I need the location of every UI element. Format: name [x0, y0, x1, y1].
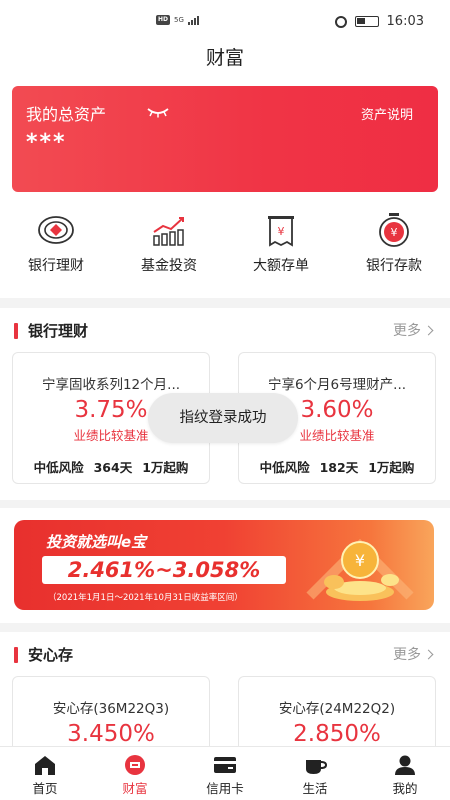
svg-text:¥: ¥ — [391, 226, 398, 239]
more-label: 更多 — [393, 323, 421, 339]
section-accent-bar — [14, 322, 18, 339]
more-label: 更多 — [393, 647, 421, 663]
section-header: 银行理财 — [14, 320, 88, 341]
tab-label: 我的 — [392, 781, 418, 796]
total-assets-title: 我的总资产 — [26, 105, 107, 124]
product-name: 安心存(24M22Q2) — [278, 701, 396, 717]
toast-message: 指纹登录成功 — [148, 393, 298, 443]
product-name: 宁享固收系列12个月... — [41, 377, 181, 393]
product-rate: 3.450% — [67, 721, 155, 747]
chevron-right-icon — [423, 325, 434, 335]
bank-finance-icon — [38, 216, 74, 244]
status-bar: HD 5G 16:03 — [0, 0, 450, 40]
banner-note: （2021年1月1日～2021年10月31日收益率区间） — [48, 593, 243, 603]
hd-badge: HD — [156, 15, 171, 25]
banner-rate: 2.461%~3.058% — [42, 556, 286, 584]
battery-icon — [354, 16, 379, 27]
tab-credit-card[interactable]: 信用卡 — [180, 747, 270, 800]
quick-entry-large-deposit[interactable]: ¥ 大额存单 — [225, 212, 337, 275]
more-link[interactable]: 更多 — [393, 320, 434, 340]
total-assets-value: *** — [26, 130, 67, 155]
clock: 16:03 — [386, 14, 424, 29]
quick-entry-bank-deposit[interactable]: ¥ 银行存款 — [338, 212, 450, 275]
promo-banner[interactable]: 投资就选叫e宝 2.461%~3.058% （2021年1月1日～2021年10… — [14, 520, 434, 610]
eye-closed-icon[interactable] — [146, 106, 170, 118]
section-accent-bar — [14, 646, 18, 663]
product-card[interactable]: 安心存(36M22Q3) 3.450% — [12, 676, 210, 756]
bank-deposit-icon: ¥ — [379, 213, 409, 247]
gold-treasure-icon: ¥ — [306, 538, 414, 601]
tab-label: 生活 — [302, 781, 328, 796]
section-header: 安心存 — [14, 644, 73, 665]
product-term: 182天 — [319, 460, 359, 475]
total-assets-card[interactable]: 我的总资产 资产说明 *** — [12, 86, 438, 192]
deposit-certificate-icon: ¥ — [268, 216, 294, 247]
product-card[interactable]: 安心存(24M22Q2) 2.850% — [238, 676, 436, 756]
quick-entry-bank-finance[interactable]: 银行理财 — [0, 212, 112, 275]
signal-icon — [187, 16, 199, 25]
fund-chart-icon — [153, 217, 184, 246]
banner-title: 投资就选叫e宝 — [46, 533, 147, 551]
tab-label: 信用卡 — [206, 781, 244, 796]
bottom-tab-bar: 首页 财富 信用卡 生活 我的 — [0, 746, 450, 800]
product-name: 安心存(36M22Q3) — [52, 701, 170, 717]
network-type: 5G — [174, 16, 184, 24]
section-title: 安心存 — [28, 646, 74, 664]
section-title: 银行理财 — [28, 322, 89, 340]
product-meta: 中低风险 182天 1万起购 — [239, 457, 435, 476]
product-risk: 中低风险 — [259, 460, 310, 475]
quick-entry-label: 银行理财 — [28, 258, 84, 274]
alarm-icon — [334, 15, 347, 28]
chevron-right-icon — [423, 649, 434, 659]
page-title: 财富 — [205, 47, 244, 69]
wealth-icon — [125, 755, 145, 775]
tab-label: 财富 — [122, 781, 148, 796]
product-name: 宁享6个月6号理财产... — [267, 377, 407, 393]
tab-home[interactable]: 首页 — [0, 747, 90, 800]
quick-entry-label: 银行存款 — [366, 258, 422, 274]
credit-card-icon — [214, 757, 236, 773]
quick-entry-fund[interactable]: 基金投资 — [113, 212, 225, 275]
tab-label: 首页 — [32, 781, 58, 796]
tab-mine[interactable]: 我的 — [360, 747, 450, 800]
product-rate: 2.850% — [293, 721, 381, 747]
home-icon — [35, 756, 55, 775]
svg-text:¥: ¥ — [278, 225, 285, 238]
product-min: 1万起购 — [142, 460, 189, 475]
user-icon — [395, 755, 415, 775]
tab-wealth[interactable]: 财富 — [90, 747, 180, 800]
product-risk: 中低风险 — [33, 460, 84, 475]
network-indicators: HD 5G — [156, 15, 202, 25]
page-header: 财富 — [0, 40, 450, 80]
cup-icon — [306, 760, 327, 774]
product-term: 364天 — [93, 460, 133, 475]
tab-life[interactable]: 生活 — [270, 747, 360, 800]
product-min: 1万起购 — [368, 460, 415, 475]
more-link[interactable]: 更多 — [393, 644, 434, 664]
asset-explanation-link[interactable]: 资产说明 — [361, 104, 413, 123]
quick-entry-label: 大额存单 — [253, 258, 309, 274]
product-meta: 中低风险 364天 1万起购 — [13, 457, 209, 476]
deposit-section: 安心存 更多 安心存(36M22Q3) 3.450% 安心存(24M22Q2) … — [0, 632, 450, 756]
svg-text:¥: ¥ — [355, 551, 365, 570]
quick-entry-label: 基金投资 — [141, 258, 197, 274]
